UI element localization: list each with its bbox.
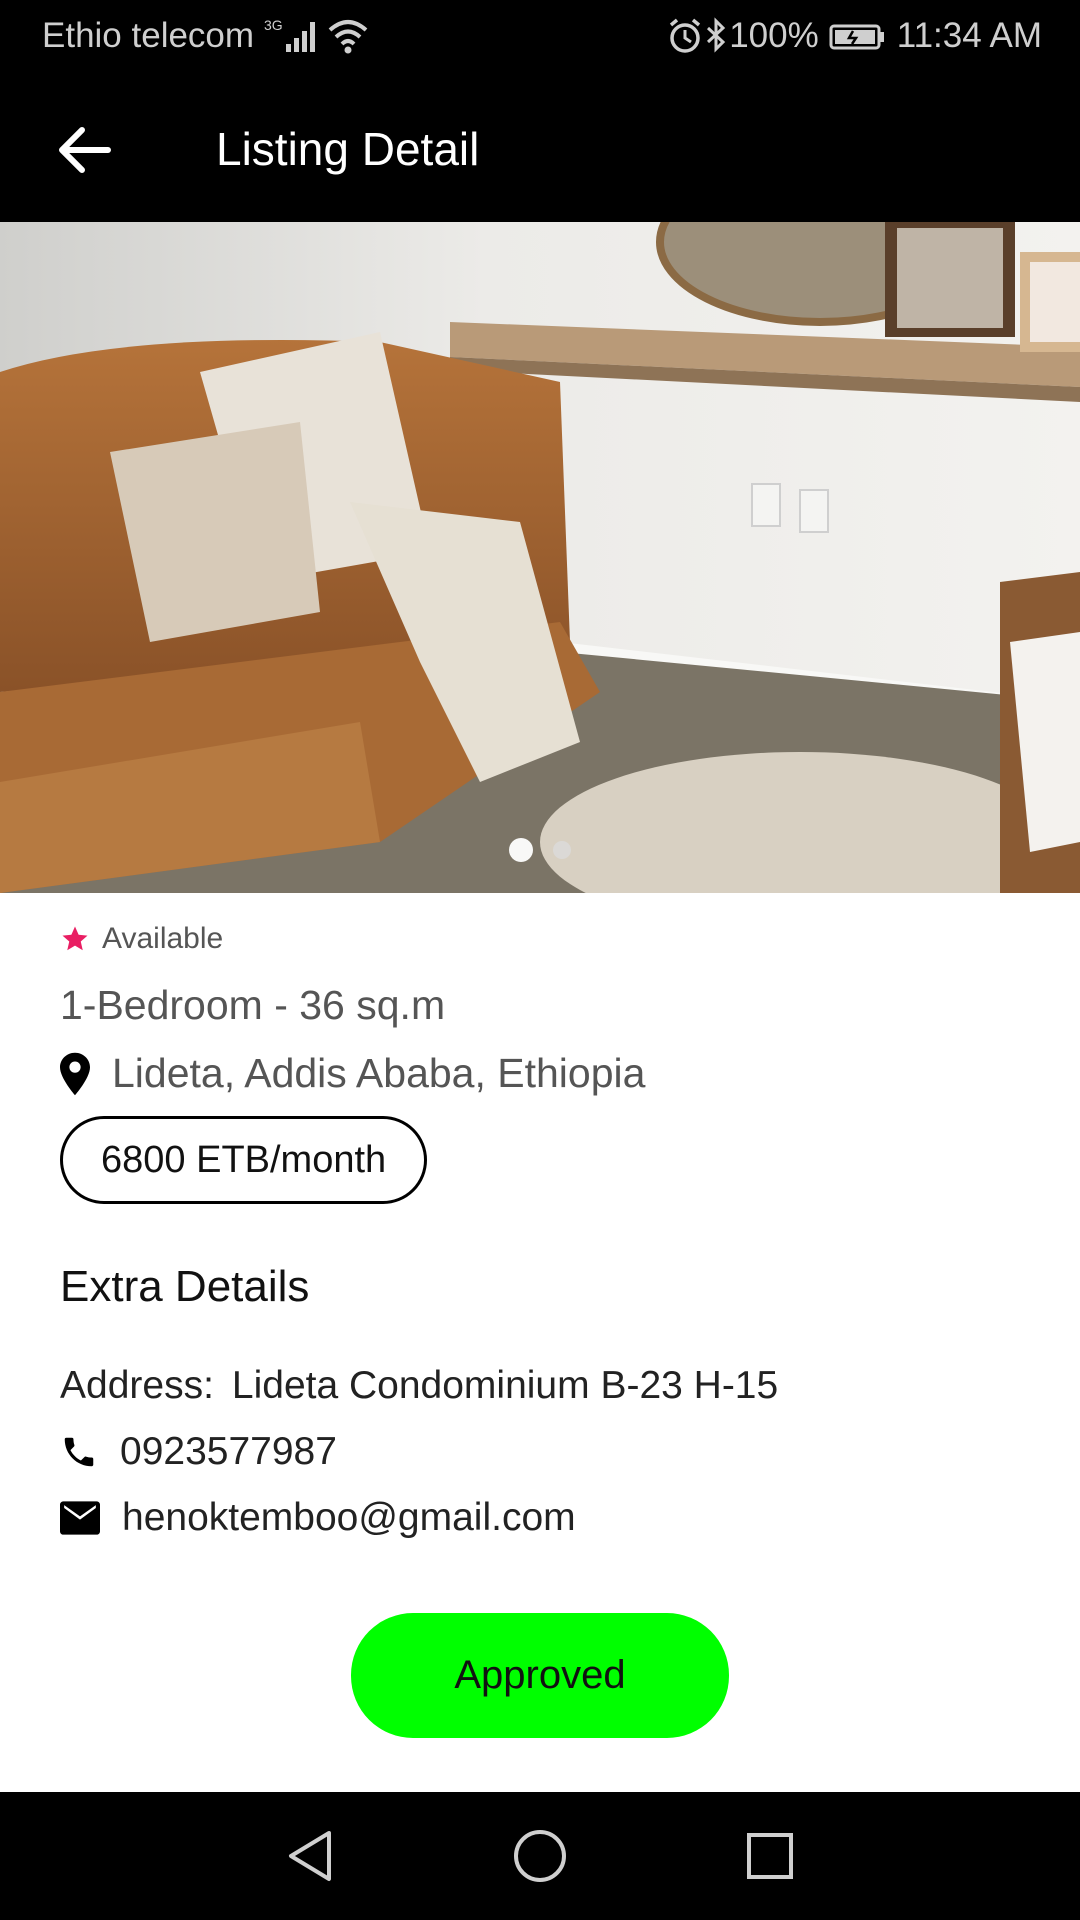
price-text: 6800 ETB/month [101, 1138, 387, 1181]
status-right: 100% 11:34 AM [667, 16, 1042, 56]
recents-square-icon [747, 1833, 793, 1879]
listing-image-carousel[interactable] [0, 222, 1080, 893]
back-triangle-icon [289, 1831, 331, 1881]
phone-number: 0923577987 [120, 1430, 337, 1473]
home-circle-icon [514, 1830, 566, 1882]
phone-icon [64, 1437, 94, 1467]
wifi-icon [326, 16, 370, 56]
star-icon [62, 926, 88, 951]
nav-back-button[interactable] [280, 1826, 340, 1886]
battery-percent: 100% [729, 16, 819, 55]
address-label: Address: [60, 1364, 214, 1407]
address-row: Address: Lideta Condominium B-23 H-15 [60, 1364, 778, 1408]
arrow-left-icon [59, 127, 111, 173]
carrier-name: Ethio telecom [42, 16, 255, 55]
page-title: Listing Detail [216, 123, 480, 175]
signal-icon: 3G [264, 16, 326, 56]
status-left: Ethio telecom 3G [42, 16, 370, 56]
nav-recents-button[interactable] [740, 1826, 800, 1886]
email-row[interactable]: henoktemboo@gmail.com [60, 1496, 576, 1540]
carousel-indicator [0, 838, 1080, 862]
listing-title: 1-Bedroom - 36 sq.m [60, 982, 446, 1028]
nav-home-button[interactable] [510, 1826, 570, 1886]
bluetooth-icon [703, 16, 729, 56]
address-value: Lideta Condominium B-23 H-15 [231, 1364, 779, 1407]
status-bar: Ethio telecom 3G 100% 11:34 AM [0, 0, 1080, 75]
availability-status: Available [60, 922, 223, 956]
location-pin-icon [60, 1052, 90, 1095]
clock-time: 11:34 AM [896, 16, 1042, 55]
back-button[interactable] [50, 115, 120, 185]
location-row: Lideta, Addis Ababa, Ethiopia [60, 1050, 645, 1097]
phone-row[interactable]: 0923577987 [60, 1430, 337, 1474]
location-text: Lideta, Addis Ababa, Ethiopia [112, 1050, 646, 1096]
email-icon [60, 1501, 100, 1535]
carousel-dot[interactable] [553, 841, 571, 859]
email-address: henoktemboo@gmail.com [122, 1496, 576, 1539]
extra-details-heading: Extra Details [60, 1262, 310, 1311]
alarm-icon [667, 16, 703, 56]
carousel-dot-active[interactable] [509, 838, 533, 862]
approved-status-button[interactable]: Approved [351, 1613, 729, 1738]
svg-text:3G: 3G [264, 17, 283, 33]
app-bar: Listing Detail [0, 75, 1080, 222]
battery-icon [829, 16, 887, 56]
system-nav-bar [0, 1792, 1080, 1920]
price-chip: 6800 ETB/month [60, 1116, 428, 1204]
living-room-photo [0, 222, 1080, 893]
availability-label: Available [102, 922, 224, 955]
